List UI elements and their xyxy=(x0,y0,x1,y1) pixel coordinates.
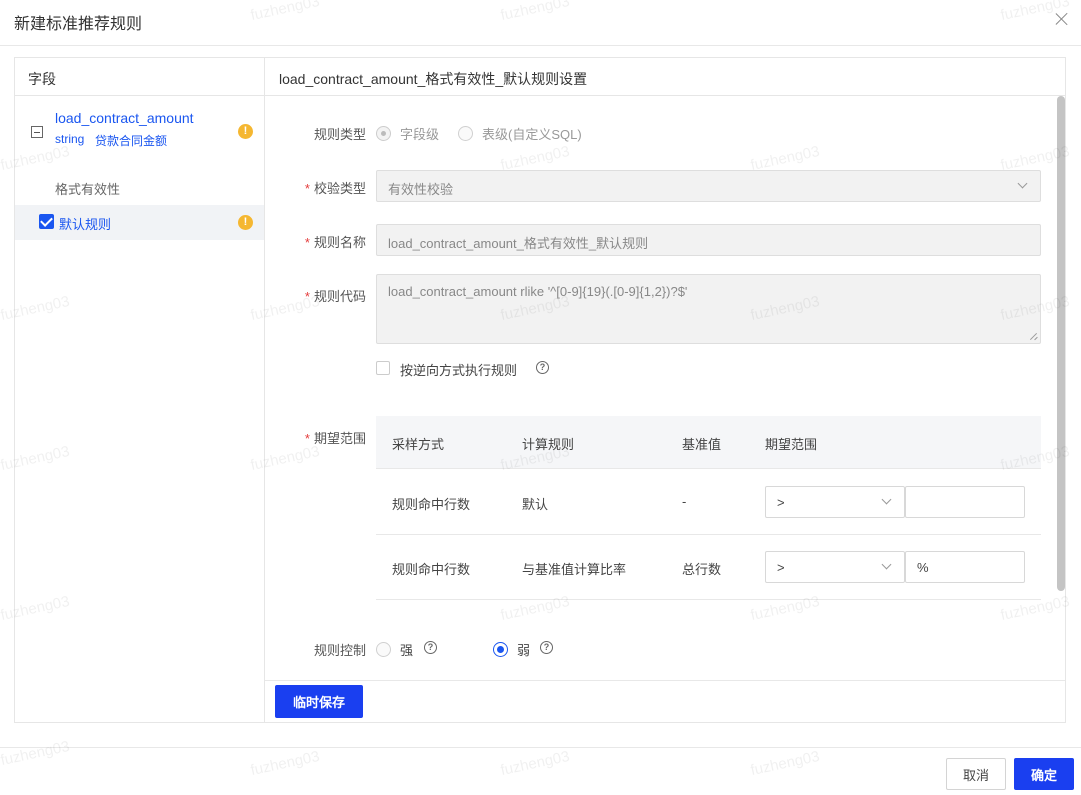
warning-icon: ! xyxy=(238,215,253,230)
rule-name-input[interactable]: load_contract_amount_格式有效性_默认规则 xyxy=(376,224,1041,256)
help-icon[interactable]: ? xyxy=(424,641,437,654)
close-icon[interactable] xyxy=(1052,9,1072,29)
operator-value: > xyxy=(777,560,785,575)
expect-range-label: * 期望范围 xyxy=(304,431,366,446)
range-value-input[interactable]: % xyxy=(905,551,1025,583)
chevron-down-icon xyxy=(881,494,892,505)
field-type: string xyxy=(55,132,85,146)
check-type-value: 有效性校验 xyxy=(388,182,454,197)
field-tree-header: 字段 xyxy=(15,58,264,96)
operator-select[interactable]: > xyxy=(765,551,905,583)
rule-control-weak-label: 弱 xyxy=(517,643,531,658)
scrollbar-thumb[interactable] xyxy=(1057,96,1065,591)
field-tree-pane: 字段 load_contract_amount string 贷款合同金额 ! … xyxy=(15,58,265,722)
reverse-exec-checkbox[interactable] xyxy=(376,361,390,375)
column-header: 计算规则 xyxy=(522,437,575,452)
sample-method-cell: 规则命中行数 xyxy=(392,562,471,577)
reverse-exec-label: 按逆向方式执行规则 xyxy=(400,363,518,378)
expect-range-table: 采样方式 计算规则 基准值 期望范围 规则命中行数 默认 - > 规则命中行数 … xyxy=(376,416,1041,600)
rule-item-default[interactable]: 默认规则 ! xyxy=(15,205,264,240)
base-value-cell: 总行数 xyxy=(682,562,722,577)
operator-select[interactable]: > xyxy=(765,486,905,518)
watermark: fuzheng03 xyxy=(498,747,572,780)
dialog-header: 新建标准推荐规则 xyxy=(0,0,1081,46)
column-header: 基准值 xyxy=(682,437,722,452)
base-value-cell: - xyxy=(682,494,687,509)
rule-group-label: 格式有效性 xyxy=(55,182,121,197)
column-header: 采样方式 xyxy=(392,437,445,452)
rule-type-field-label: 字段级 xyxy=(400,127,440,142)
table-row: 规则命中行数 与基准值计算比率 总行数 > % xyxy=(376,535,1041,600)
temp-save-button[interactable]: 临时保存 xyxy=(275,685,363,718)
rule-item-checkbox[interactable] xyxy=(39,214,54,229)
calc-rule-cell: 默认 xyxy=(522,497,549,512)
watermark: fuzheng03 xyxy=(248,747,322,780)
check-type-select[interactable]: 有效性校验 xyxy=(376,170,1041,202)
calc-rule-cell: 与基准值计算比率 xyxy=(522,562,627,577)
cancel-button[interactable]: 取消 xyxy=(946,758,1006,790)
collapse-toggle-icon[interactable] xyxy=(31,126,43,138)
confirm-button[interactable]: 确定 xyxy=(1014,758,1074,790)
chevron-down-icon xyxy=(1017,178,1028,189)
rule-code-textarea[interactable]: load_contract_amount rlike '^[0-9]{19}(.… xyxy=(376,274,1041,344)
required-mark: * xyxy=(304,181,310,196)
rule-type-table-radio[interactable] xyxy=(458,126,473,141)
rule-settings-header: load_contract_amount_格式有效性_默认规则设置 xyxy=(265,58,1065,96)
operator-value: > xyxy=(777,495,785,510)
field-name[interactable]: load_contract_amount xyxy=(55,110,194,126)
rule-editor-panel: 字段 load_contract_amount string 贷款合同金额 ! … xyxy=(14,57,1066,723)
rule-item-label[interactable]: 默认规则 xyxy=(59,214,111,233)
column-header: 期望范围 xyxy=(765,437,818,452)
required-mark: * xyxy=(304,235,310,250)
resize-grip-icon[interactable] xyxy=(1029,332,1037,340)
footer-divider xyxy=(0,747,1081,748)
table-header-row: 采样方式 计算规则 基准值 期望范围 xyxy=(376,416,1041,469)
chevron-down-icon xyxy=(881,559,892,570)
rule-name-label: * 规则名称 xyxy=(304,235,366,250)
watermark: fuzheng03 xyxy=(748,747,822,780)
rule-code-value: load_contract_amount rlike '^[0-9]{19}(.… xyxy=(388,284,688,299)
sample-method-cell: 规则命中行数 xyxy=(392,497,471,512)
table-row: 规则命中行数 默认 - > xyxy=(376,470,1041,535)
range-value-input[interactable] xyxy=(905,486,1025,518)
rule-type-field-radio[interactable] xyxy=(376,126,391,141)
rule-type-label: 规则类型 xyxy=(313,127,366,142)
dialog-title: 新建标准推荐规则 xyxy=(14,16,143,33)
rule-type-table-label: 表级(自定义SQL) xyxy=(482,127,582,142)
range-value: % xyxy=(917,560,929,575)
divider xyxy=(265,680,1065,681)
warning-icon: ! xyxy=(238,124,253,139)
required-mark: * xyxy=(304,289,310,304)
help-icon[interactable]: ? xyxy=(540,641,553,654)
field-description: 贷款合同金额 xyxy=(95,134,168,148)
rule-control-strong-label: 强 xyxy=(400,643,414,658)
rule-control-strong-radio[interactable] xyxy=(376,642,391,657)
rule-control-weak-radio[interactable] xyxy=(493,642,508,657)
required-mark: * xyxy=(304,431,310,446)
rule-control-label: 规则控制 xyxy=(313,643,366,658)
watermark: fuzheng03 xyxy=(0,737,72,770)
rule-code-label: * 规则代码 xyxy=(304,289,366,304)
help-icon[interactable]: ? xyxy=(536,361,549,374)
check-type-label: * 校验类型 xyxy=(304,181,366,196)
